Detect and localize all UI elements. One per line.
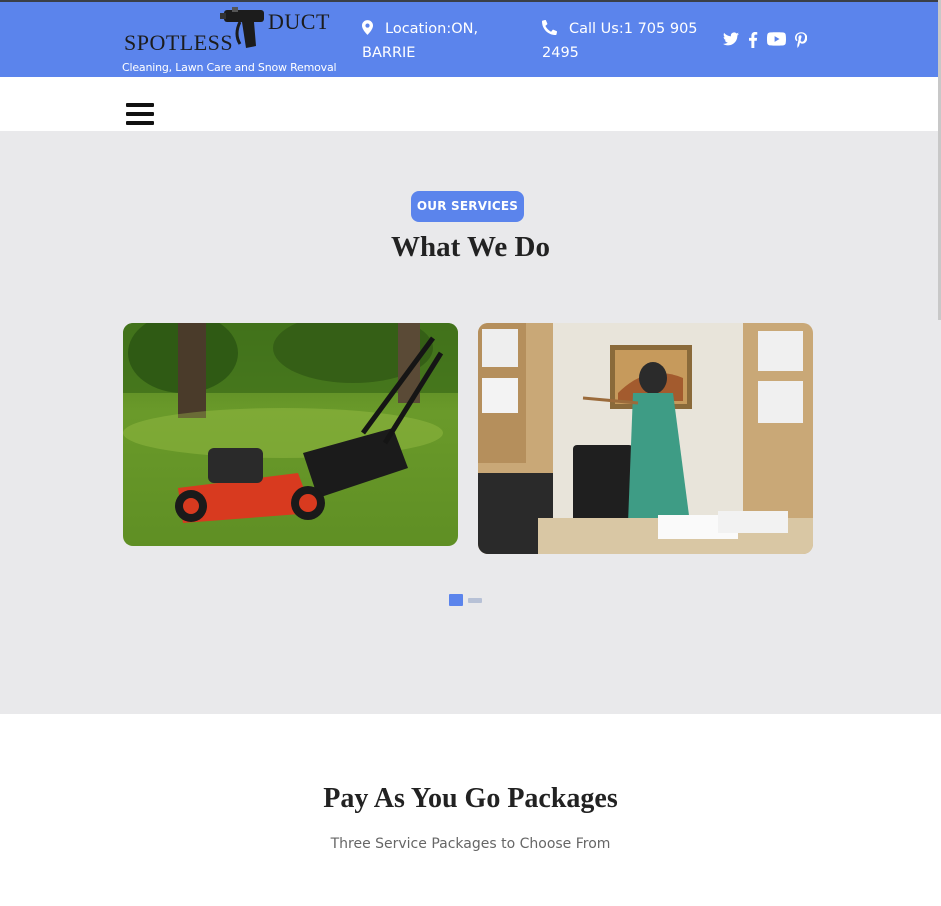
service-card-lawn-care[interactable]: [123, 323, 458, 546]
location-text: Location:ON, BARRIE: [362, 21, 479, 61]
carousel-pagination: [449, 594, 482, 606]
top-bar: SPOTLESS DUCT Cleaning, Lawn Care and Sn…: [0, 0, 941, 77]
phone-text: Call Us:1 705 905 2495: [542, 21, 698, 61]
pressure-washer-logo-icon: [220, 7, 264, 48]
services-title: What We Do: [391, 231, 550, 263]
youtube-icon[interactable]: [767, 32, 786, 50]
hamburger-menu-icon[interactable]: [126, 103, 154, 126]
logo-word-spotless: SPOTLESS: [124, 30, 234, 55]
office-cleaning-photo: [478, 323, 813, 554]
nav-bar: [0, 77, 941, 131]
phone-info[interactable]: Call Us:1 705 905 2495: [542, 18, 707, 64]
packages-section: Pay As You Go Packages Three Service Pac…: [0, 714, 941, 906]
logo-tagline: Cleaning, Lawn Care and Snow Removal: [122, 61, 337, 74]
phone-icon: [542, 19, 558, 42]
our-services-badge: OUR SERVICES: [411, 191, 524, 222]
carousel-dot-2[interactable]: [468, 597, 482, 603]
map-marker-icon: [362, 20, 373, 42]
carousel-dot-1[interactable]: [449, 594, 463, 606]
facebook-icon[interactable]: [748, 32, 758, 50]
pinterest-icon[interactable]: [795, 32, 808, 50]
packages-subtitle: Three Service Packages to Choose From: [330, 836, 611, 852]
social-links: [723, 32, 808, 50]
twitter-icon[interactable]: [723, 32, 739, 50]
site-logo[interactable]: SPOTLESS DUCT Cleaning, Lawn Care and Sn…: [122, 6, 337, 76]
logo-word-duct: DUCT: [268, 9, 330, 34]
lawn-mower-photo: [123, 323, 458, 546]
location-info: Location:ON, BARRIE: [362, 18, 522, 64]
services-section: OUR SERVICES What We Do: [0, 131, 941, 714]
packages-title: Pay As You Go Packages: [323, 783, 618, 814]
service-card-office-cleaning[interactable]: [478, 323, 813, 554]
